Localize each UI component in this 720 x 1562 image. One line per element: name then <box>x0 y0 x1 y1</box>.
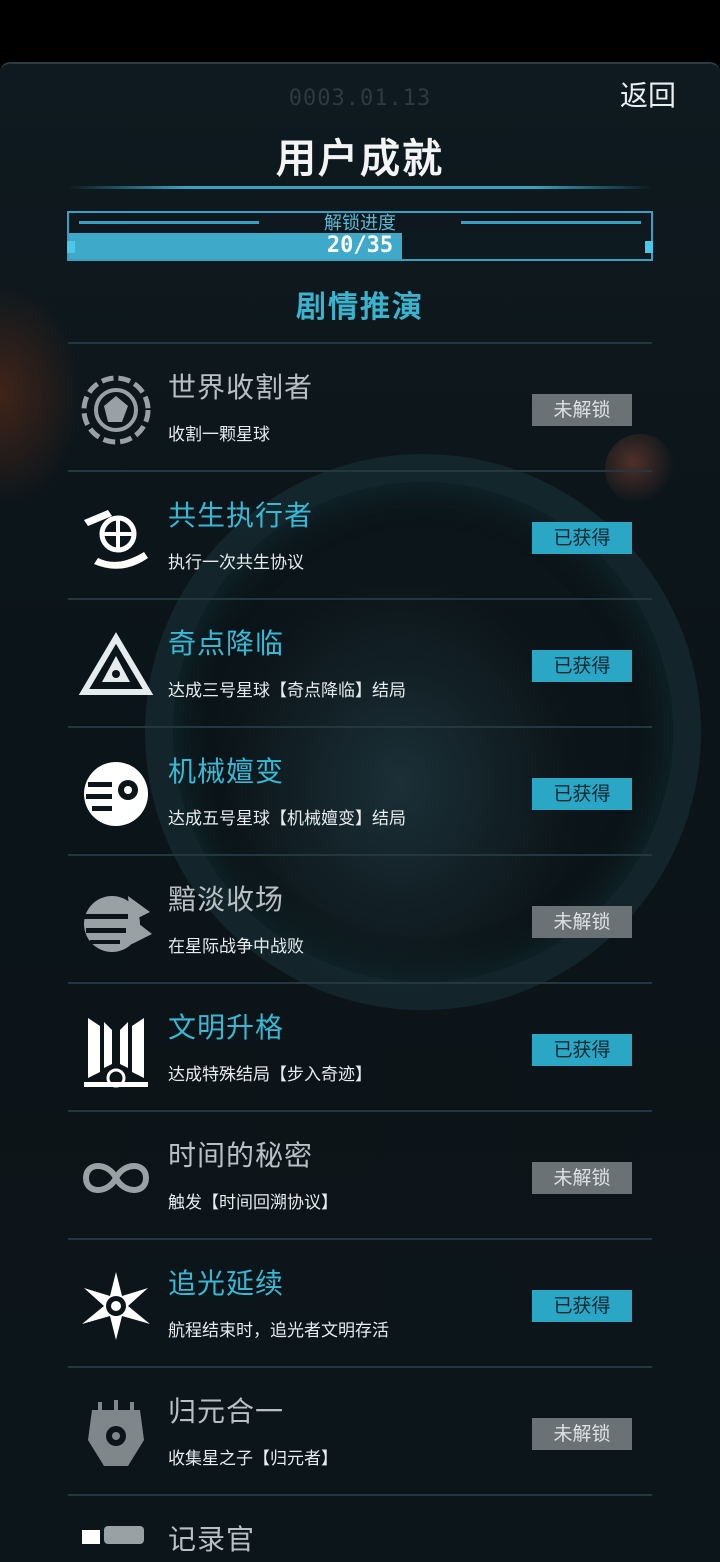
achievement-status-badge: 已获得 <box>532 522 632 554</box>
achievement-desc: 在星际战争中战败 <box>168 937 304 957</box>
mask-icon <box>78 1396 154 1472</box>
unlock-progress: 解锁进度 20/35 <box>67 211 653 261</box>
achievement-name: 共生执行者 <box>168 499 314 532</box>
mechanical-eye-icon <box>78 756 154 832</box>
achievement-desc: 达成三号星球【奇点降临】结局 <box>168 681 406 701</box>
achievement-status-badge: 已获得 <box>532 1034 632 1066</box>
achievement-status-badge: 未解锁 <box>532 906 632 938</box>
infinity-icon <box>78 1140 154 1216</box>
achievement-item[interactable]: 黯淡收场 在星际战争中战败 未解锁 <box>68 854 652 982</box>
starburst-icon <box>78 1268 154 1344</box>
achievement-list: 世界收割者 收割一颗星球 未解锁 共生执行者 执行一次共生协议 已获得 奇点降临… <box>68 342 652 1562</box>
achievement-status-badge: 未解锁 <box>532 1162 632 1194</box>
progress-bar: 20/35 <box>67 233 653 259</box>
winged-emblem-icon <box>78 1012 154 1088</box>
achievements-panel: 0003.01.13 返回 用户成就 解锁进度 20/35 剧情推演 世界收割者… <box>0 62 720 1562</box>
achievement-name: 追光延续 <box>168 1267 285 1300</box>
achievement-name: 机械嬗变 <box>168 755 285 788</box>
achievement-desc: 触发【时间回溯协议】 <box>168 1193 338 1213</box>
achievement-desc: 达成五号星球【机械嬗变】结局 <box>168 809 406 829</box>
achievement-item[interactable]: 机械嬗变 达成五号星球【机械嬗变】结局 已获得 <box>68 726 652 854</box>
achievement-status-badge: 已获得 <box>532 650 632 682</box>
page-title: 用户成就 <box>276 136 444 182</box>
achievement-item[interactable]: 归元合一 收集星之子【归元者】 未解锁 <box>68 1366 652 1494</box>
achievement-desc: 航程结束时，追光者文明存活 <box>168 1321 389 1341</box>
triangle-eye-icon <box>78 628 154 704</box>
recorder-icon <box>78 1524 154 1562</box>
title-divider <box>68 186 652 189</box>
achievement-status-badge: 未解锁 <box>532 1418 632 1450</box>
achievement-name: 世界收割者 <box>168 371 314 404</box>
achievement-status-badge: 已获得 <box>532 1290 632 1322</box>
achievement-desc: 达成特殊结局【步入奇迹】 <box>168 1065 372 1085</box>
broken-planet-icon <box>78 884 154 960</box>
progress-label: 解锁进度 <box>324 213 396 234</box>
game-date: 0003.01.13 <box>288 86 432 111</box>
achievement-name: 归元合一 <box>168 1395 285 1428</box>
achievement-status-badge: 未解锁 <box>532 394 632 426</box>
planet-harvest-icon <box>78 372 154 448</box>
achievement-name: 文明升格 <box>168 1011 285 1044</box>
section-title: 剧情推演 <box>296 290 424 325</box>
achievement-name: 记录官 <box>168 1523 256 1556</box>
achievement-item[interactable]: 追光延续 航程结束时，追光者文明存活 已获得 <box>68 1238 652 1366</box>
achievement-desc: 执行一次共生协议 <box>168 553 304 573</box>
progress-cap-right <box>645 241 653 253</box>
achievement-name: 黯淡收场 <box>168 883 285 916</box>
achievement-name: 时间的秘密 <box>168 1139 314 1172</box>
achievement-item[interactable]: 时间的秘密 触发【时间回溯协议】 未解锁 <box>68 1110 652 1238</box>
achievement-item[interactable]: 文明升格 达成特殊结局【步入奇迹】 已获得 <box>68 982 652 1110</box>
progress-cap-left <box>67 241 75 253</box>
achievement-desc: 收割一颗星球 <box>168 425 270 445</box>
achievement-item[interactable]: 共生执行者 执行一次共生协议 已获得 <box>68 470 652 598</box>
achievement-item[interactable]: 记录官 <box>68 1494 652 1562</box>
globe-hand-icon <box>78 500 154 576</box>
back-button[interactable]: 返回 <box>620 74 676 114</box>
achievement-status-badge: 已获得 <box>532 778 632 810</box>
progress-deco-line-right <box>461 221 641 224</box>
achievement-desc: 收集星之子【归元者】 <box>168 1449 338 1469</box>
progress-count: 20/35 <box>326 233 394 258</box>
achievement-item[interactable]: 奇点降临 达成三号星球【奇点降临】结局 已获得 <box>68 598 652 726</box>
achievement-name: 奇点降临 <box>168 627 285 660</box>
achievement-item[interactable]: 世界收割者 收割一颗星球 未解锁 <box>68 342 652 470</box>
